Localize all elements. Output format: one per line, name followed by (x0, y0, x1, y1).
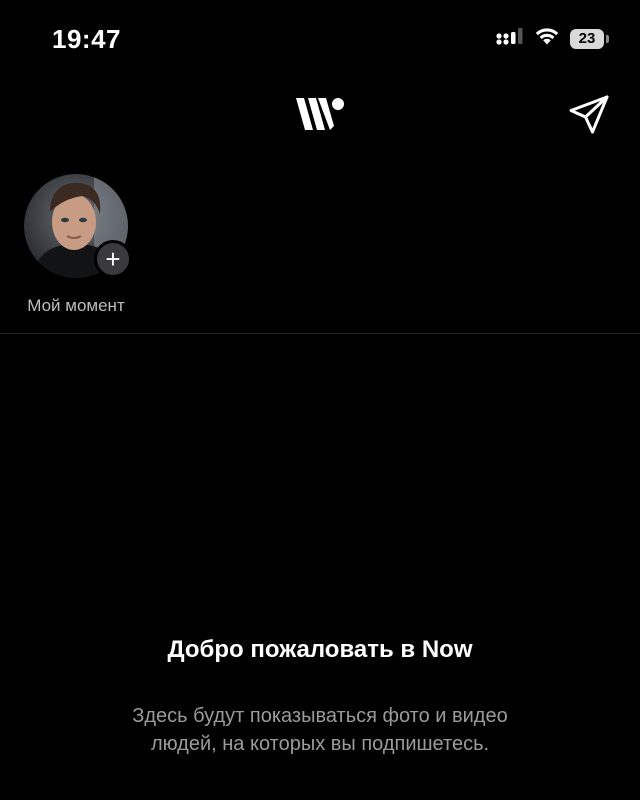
divider (0, 333, 640, 334)
top-bar (0, 80, 640, 152)
battery-icon: 23 (570, 28, 610, 50)
status-icons: 23 (496, 26, 610, 51)
paper-plane-icon (568, 94, 610, 141)
cellular-signal-icon (496, 26, 524, 51)
welcome-title: Добро пожаловать в Now (167, 636, 473, 663)
send-button[interactable] (566, 94, 612, 140)
status-time: 19:47 (52, 24, 121, 54)
moment-label: Мой момент (27, 296, 125, 315)
battery-level: 23 (570, 28, 604, 49)
w-dot-logo-icon (294, 94, 348, 134)
wifi-icon (534, 26, 560, 51)
status-bar: 19:47 23 (0, 0, 640, 80)
battery-tip (606, 34, 609, 43)
add-moment-button[interactable]: + (94, 240, 132, 278)
welcome-text: Здесь будут показываться фото и видео лю… (132, 705, 508, 755)
